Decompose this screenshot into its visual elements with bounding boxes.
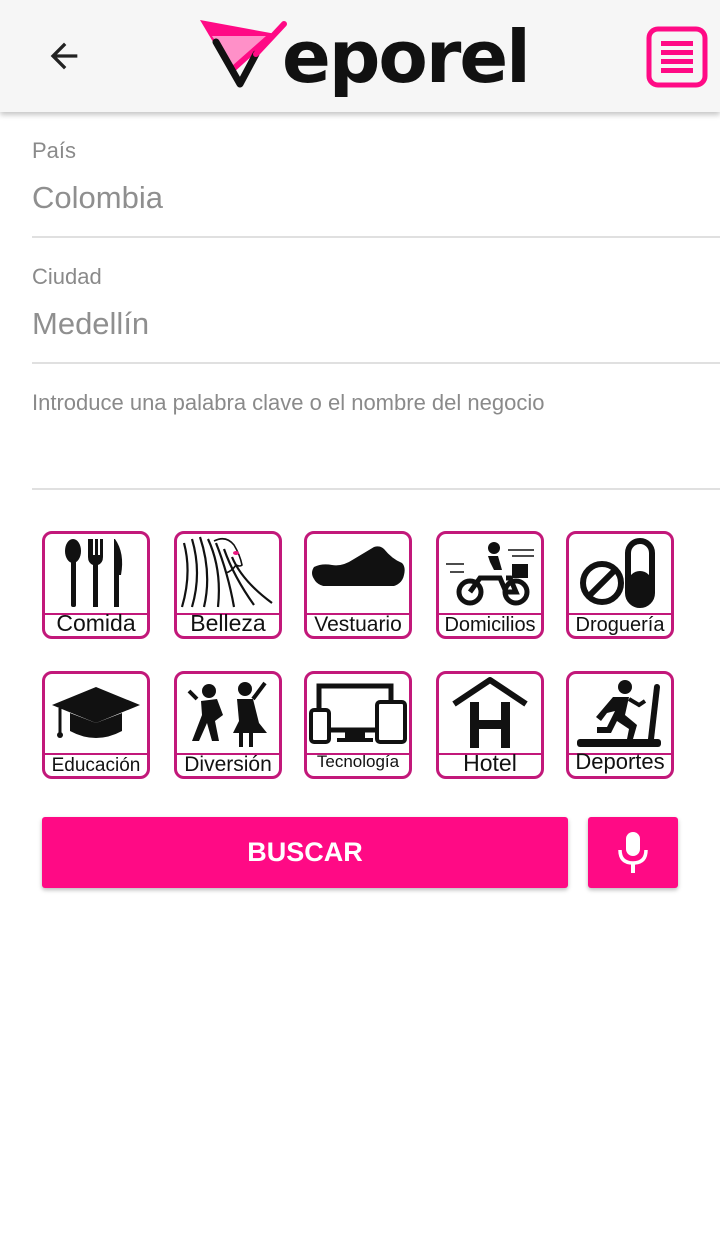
category-label: Diversión — [184, 753, 272, 776]
country-field[interactable]: País Colombia — [32, 112, 720, 238]
category-domicilios[interactable]: Domicilios — [436, 531, 544, 639]
cutlery-icon — [65, 539, 123, 607]
category-deportes[interactable]: Deportes — [566, 671, 674, 779]
hotel-icon — [452, 677, 528, 748]
city-value: Medellín — [32, 306, 150, 341]
category-label: Tecnología — [316, 752, 400, 771]
list-menu-icon[interactable] — [646, 26, 708, 88]
keyword-input[interactable]: Introduce una palabra clave o el nombre … — [32, 364, 720, 490]
search-button[interactable]: BUSCAR — [42, 817, 568, 888]
category-label: Droguería — [575, 614, 665, 636]
category-drogueria[interactable]: Droguería — [566, 531, 674, 639]
category-tecnologia[interactable]: Tecnología — [304, 671, 412, 779]
category-educacion[interactable]: Educación — [42, 671, 150, 779]
app-logo: eporel — [196, 14, 576, 102]
pills-icon — [580, 538, 655, 608]
category-label: Hotel — [463, 750, 517, 776]
keyword-placeholder: Introduce una palabra clave o el nombre … — [32, 390, 545, 415]
voice-search-button[interactable] — [588, 817, 678, 888]
category-diversion[interactable]: Diversión — [174, 671, 282, 779]
category-label: Educación — [51, 755, 141, 776]
microphone-icon — [618, 831, 648, 873]
country-value: Colombia — [32, 180, 163, 215]
graduation-cap-icon — [52, 687, 140, 738]
category-label: Vestuario — [314, 613, 402, 636]
dancers-icon — [187, 681, 267, 747]
devices-icon — [309, 683, 407, 744]
back-button[interactable] — [30, 24, 98, 88]
category-label: Comida — [56, 610, 136, 636]
city-label: Ciudad — [32, 264, 102, 289]
category-label: Deportes — [575, 749, 665, 774]
woman-hair-icon — [180, 536, 273, 608]
logo-text: eporel — [282, 15, 529, 99]
category-label: Domicilios — [444, 614, 536, 636]
treadmill-runner-icon — [577, 680, 661, 747]
city-field[interactable]: Ciudad Medellín — [32, 238, 720, 364]
category-belleza[interactable]: Belleza — [174, 531, 282, 639]
category-vestuario[interactable]: Vestuario — [304, 531, 412, 639]
category-comida[interactable]: Comida — [42, 531, 150, 639]
shoe-icon — [312, 546, 405, 588]
delivery-moto-icon — [446, 542, 534, 606]
category-label: Belleza — [190, 610, 266, 636]
arrow-left-icon — [50, 42, 78, 70]
country-label: País — [32, 138, 77, 163]
category-hotel[interactable]: Hotel — [436, 671, 544, 779]
app-header: eporel — [0, 0, 720, 112]
